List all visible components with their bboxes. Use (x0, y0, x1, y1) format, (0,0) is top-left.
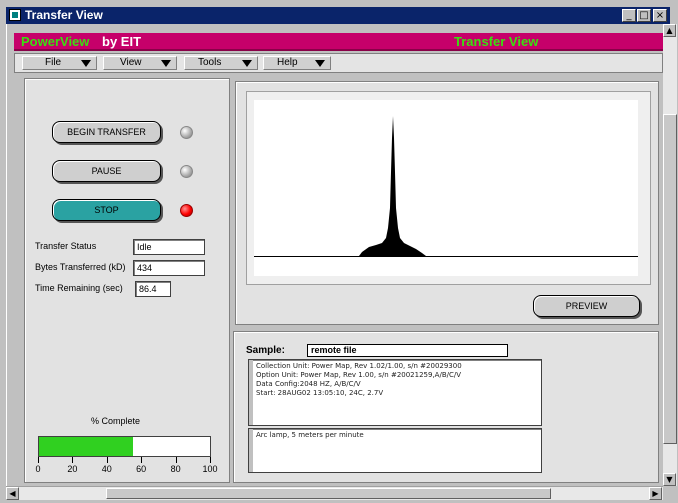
chevron-down-icon (161, 60, 171, 67)
progress-tick-label: 0 (35, 464, 41, 474)
waveform-signal (254, 116, 638, 257)
progress-tick (106, 457, 108, 463)
info-line: Option Unit: Power Map, Rev 1.00, s/n #2… (256, 371, 462, 379)
transfer-status-field: Idle (133, 239, 205, 255)
progress-tick-label: 80 (170, 464, 181, 474)
minimize-button[interactable]: _ (622, 9, 636, 22)
horizontal-scrollbar[interactable]: ◀ ▶ (6, 486, 663, 500)
time-remaining-label: Time Remaining (sec) (35, 283, 123, 293)
chevron-down-icon (315, 60, 325, 67)
sample-name-field[interactable]: remote file (307, 344, 508, 357)
progress-tick (210, 457, 211, 463)
scroll-left-icon[interactable]: ◀ (6, 487, 19, 500)
pause-indicator-led (180, 165, 193, 178)
progress-tick (72, 457, 74, 463)
menu-view[interactable]: View (103, 56, 177, 70)
time-remaining-field: 86.4 (135, 281, 171, 297)
chevron-down-icon (242, 60, 252, 67)
info-line: Collection Unit: Power Map, Rev 1.02/1.0… (256, 362, 462, 370)
sample-label: Sample: (246, 345, 285, 356)
view-title: Transfer View (454, 34, 539, 49)
transfer-status-label: Transfer Status (35, 241, 97, 251)
menu-file-label: File (45, 57, 62, 68)
info-line: Start: 28AUG02 13:05:10, 24C, 2.7V (256, 389, 384, 397)
textarea-scrollbar[interactable] (249, 429, 253, 472)
waveform-svg (254, 116, 638, 257)
menu-tools-label: Tools (198, 57, 222, 68)
menu-file[interactable]: File (22, 56, 97, 70)
begin-transfer-button[interactable]: BEGIN TRANSFER (52, 121, 161, 143)
begin-indicator-led (180, 126, 193, 139)
scroll-up-icon[interactable]: ▲ (663, 24, 676, 37)
scroll-down-icon[interactable]: ▼ (663, 473, 676, 486)
progress-tick-label: 20 (67, 464, 78, 474)
menu-bar: File View Tools Help (14, 53, 663, 73)
preview-button[interactable]: PREVIEW (533, 295, 640, 317)
vertical-scroll-thumb[interactable] (663, 114, 677, 444)
vertical-scrollbar[interactable]: ▲ ▼ (663, 24, 677, 486)
app-icon[interactable] (9, 9, 21, 21)
close-button[interactable]: × (653, 9, 667, 22)
menu-view-label: View (120, 57, 142, 68)
sample-info-textarea[interactable]: Collection Unit: Power Map, Rev 1.02/1.0… (248, 359, 542, 426)
sample-notes-textarea[interactable]: Arc lamp, 5 meters per minute (248, 428, 542, 473)
progress-tick-label: 40 (101, 464, 112, 474)
maximize-button[interactable]: □ (637, 9, 651, 22)
pause-button[interactable]: PAUSE (52, 160, 161, 182)
bytes-transferred-field: 434 (133, 260, 205, 276)
bytes-transferred-label: Bytes Transferred (kD) (35, 262, 126, 272)
chevron-down-icon (81, 60, 91, 67)
stop-indicator-led (180, 204, 193, 217)
progress-tick-label: 60 (136, 464, 147, 474)
menu-help[interactable]: Help (263, 56, 331, 70)
waveform-plot (254, 100, 638, 276)
progress-tick (175, 457, 177, 463)
menu-tools[interactable]: Tools (184, 56, 258, 70)
percent-complete-label: % Complete (91, 416, 141, 426)
brand-company: by EIT (102, 34, 142, 49)
progress-bar-fill (39, 437, 134, 456)
progress-tick (141, 457, 143, 463)
progress-axis: 0 20 40 60 80 100 (35, 457, 218, 479)
notes-text: Arc lamp, 5 meters per minute (256, 431, 364, 439)
window-title: Transfer View (25, 8, 103, 22)
app-header: PowerView by EIT Transfer View (14, 33, 663, 51)
progress-tick (38, 457, 39, 463)
textarea-scrollbar[interactable] (249, 360, 253, 425)
info-line: Data Config:2048 HZ, A/B/C/V (256, 380, 361, 388)
progress-bar (38, 436, 211, 457)
title-bar[interactable]: Transfer View _ □ × (6, 7, 670, 24)
scroll-right-icon[interactable]: ▶ (649, 487, 662, 500)
stop-button[interactable]: STOP (52, 199, 161, 221)
menu-help-label: Help (277, 57, 298, 68)
progress-tick-label: 100 (202, 464, 218, 474)
horizontal-scroll-thumb[interactable] (106, 488, 551, 499)
brand-product: PowerView (21, 34, 90, 49)
